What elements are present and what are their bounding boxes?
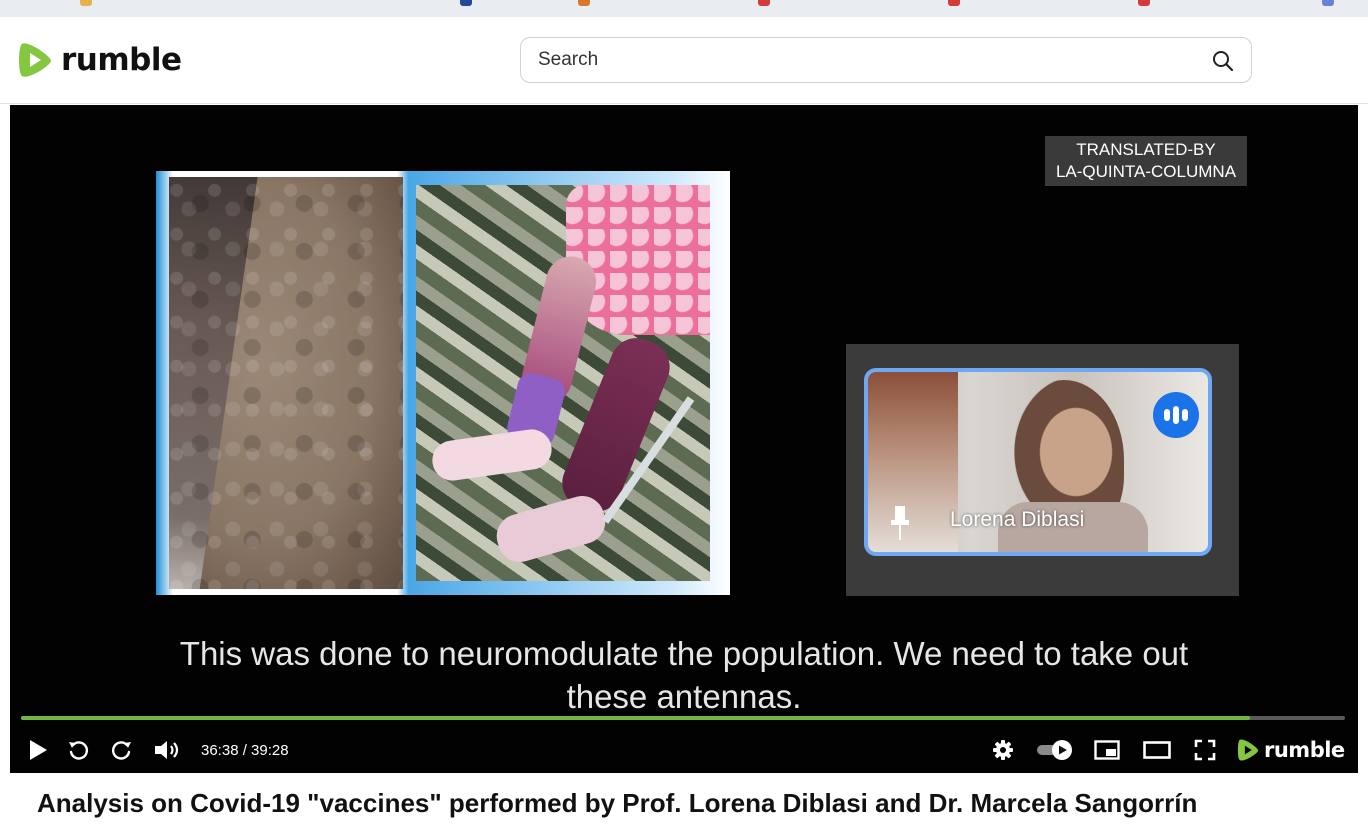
video-title: Analysis on Covid-19 "vaccines" performe…: [37, 788, 1198, 818]
bookmark-favicon[interactable]: [80, 0, 92, 6]
webcam-overlay: Lorena Diblasi: [846, 344, 1239, 596]
player-logo-text: rumble: [1264, 738, 1345, 762]
theater-mode-icon: [1143, 741, 1171, 759]
pin-icon: [891, 506, 909, 540]
progress-bar[interactable]: [21, 716, 1345, 720]
photo-left: [169, 177, 403, 589]
player-controls: 36:38 / 39:28 rumble: [10, 727, 1358, 773]
play-button[interactable]: [26, 737, 50, 763]
theater-mode-button[interactable]: [1143, 737, 1171, 763]
bookmark-favicon[interactable]: [1322, 0, 1334, 6]
subtitle-line1: This was done to neuromodulate the popul…: [179, 635, 1189, 672]
rumble-logo-icon: [1237, 739, 1259, 761]
search-icon[interactable]: [1211, 49, 1235, 73]
video-frame[interactable]: TRANSLATED-BY LA-QUINTA-COLUMNA Lorena D…: [10, 105, 1358, 773]
search-box[interactable]: [520, 37, 1252, 83]
video-subtitle: This was done to neuromodulate the popul…: [10, 632, 1358, 718]
autoplay-toggle-icon: [1037, 740, 1072, 760]
audio-activity-icon: [1153, 392, 1199, 438]
search-input[interactable]: [538, 38, 1178, 82]
subtitle-line2: these antennas.: [566, 678, 802, 715]
miniplayer-button[interactable]: [1094, 737, 1120, 763]
volume-icon: [155, 741, 179, 759]
photo-collage: [156, 171, 730, 595]
video-title-bar: Analysis on Covid-19 "vaccines" performe…: [0, 773, 1368, 831]
bookmarks-bar: [0, 0, 1368, 17]
rumble-logo-icon: [19, 43, 52, 77]
bookmark-favicon[interactable]: [578, 0, 590, 6]
settings-button[interactable]: [991, 737, 1015, 763]
miniplayer-icon: [1094, 740, 1120, 760]
rewind-icon: [69, 741, 88, 760]
play-icon: [30, 740, 47, 760]
autoplay-toggle[interactable]: [1036, 737, 1074, 763]
webcam-tile: Lorena Diblasi: [864, 368, 1212, 556]
video-player[interactable]: TRANSLATED-BY LA-QUINTA-COLUMNA Lorena D…: [10, 105, 1358, 773]
watermark-line1: TRANSLATED-BY: [1076, 140, 1216, 159]
forward-button[interactable]: [110, 737, 134, 763]
translation-watermark: TRANSLATED-BY LA-QUINTA-COLUMNA: [1045, 136, 1247, 186]
bookmark-favicon[interactable]: [1138, 0, 1150, 6]
player-rumble-logo[interactable]: rumble: [1236, 737, 1345, 763]
progress-fill: [21, 716, 1250, 720]
bookmark-favicon[interactable]: [948, 0, 960, 6]
fullscreen-icon: [1194, 739, 1216, 761]
participant-name: Lorena Diblasi: [950, 508, 1085, 531]
settings-icon: [993, 740, 1013, 760]
rewind-button[interactable]: [66, 737, 90, 763]
fullscreen-button[interactable]: [1193, 737, 1217, 763]
forward-icon: [112, 741, 131, 760]
rumble-logo[interactable]: rumble: [16, 39, 182, 81]
time-display: 36:38 / 39:28: [201, 742, 289, 759]
watermark-line2: LA-QUINTA-COLUMNA: [1055, 162, 1237, 181]
photo-right: [416, 185, 710, 581]
volume-button[interactable]: [153, 737, 181, 763]
bookmark-favicon[interactable]: [460, 0, 472, 6]
logo-text: rumble: [61, 42, 182, 78]
site-header: rumble: [0, 17, 1368, 104]
bookmark-favicon[interactable]: [758, 0, 770, 6]
